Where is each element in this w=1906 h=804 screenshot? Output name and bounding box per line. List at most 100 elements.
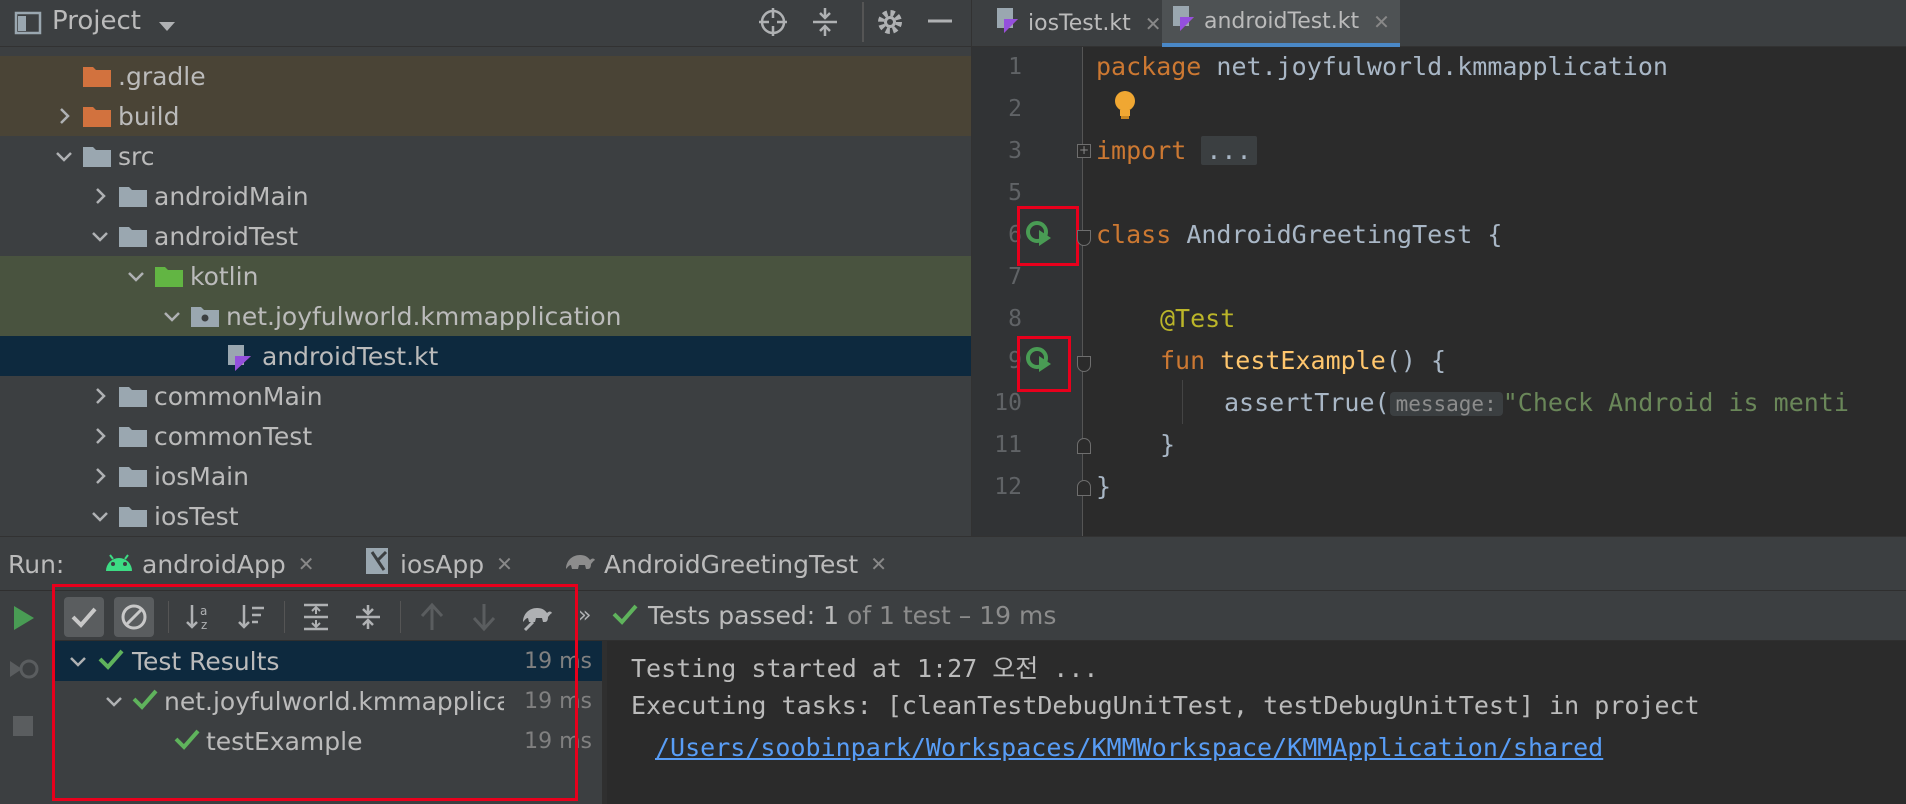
code-line-6[interactable]: class AndroidGreetingTest { (1096, 220, 1502, 249)
tree-item-src[interactable]: src (0, 136, 971, 176)
parameter-hint: message: (1389, 392, 1503, 416)
project-path-link[interactable]: /Users/soobinpark/Workspaces/KMMWorkspac… (655, 733, 1603, 762)
project-panel-header: Project (0, 0, 971, 47)
chevron-down-icon[interactable] (88, 504, 112, 528)
code-line-1[interactable]: package net.joyfulworld.kmmapplication (1096, 52, 1668, 81)
tree-item-gradle[interactable]: .gradle (0, 56, 971, 96)
tree-item-iostest[interactable]: iosTest (0, 496, 971, 536)
close-icon[interactable]: ✕ (496, 552, 513, 576)
annotation: @Test (1160, 304, 1236, 333)
more-icon[interactable]: » (578, 603, 591, 628)
close-icon[interactable]: ✕ (870, 552, 887, 576)
code-line-10[interactable]: assertTrue(message: "Check Android is men… (1224, 388, 1849, 417)
code-line-8[interactable]: @Test (1160, 304, 1235, 333)
rerun-failed-icon (8, 657, 40, 689)
lightbulb-icon[interactable] (1112, 90, 1138, 124)
close-icon[interactable]: ✕ (298, 552, 315, 576)
run-panel: Run: androidApp ✕ iosApp ✕ AndroidGreeti… (0, 536, 1906, 804)
fold-expand-icon[interactable]: + (1077, 144, 1091, 158)
tree-item-kotlin[interactable]: kotlin (0, 256, 971, 296)
function-name: testExample (1220, 346, 1386, 375)
tab-androidtest-kt[interactable]: androidTest.kt ✕ (1162, 0, 1400, 47)
highlight-box (52, 584, 578, 801)
chevron-down-icon[interactable] (88, 224, 112, 248)
gear-icon[interactable] (874, 6, 906, 42)
tree-item-label: androidTest (154, 221, 299, 251)
tree-item-androidmain[interactable]: androidMain (0, 176, 971, 216)
tree-item-net-joyfulworld-kmmapplication[interactable]: net.joyfulworld.kmmapplication (0, 296, 971, 336)
folder-icon (82, 64, 112, 88)
chevron-right-icon[interactable] (88, 424, 112, 448)
chevron-right-icon[interactable] (88, 464, 112, 488)
run-tab-androidapp[interactable]: androidApp ✕ (104, 537, 314, 591)
fold-collapse-icon[interactable] (1077, 230, 1091, 246)
test-status: Tests passed: 1 of 1 test – 19 ms (648, 601, 1056, 630)
chevron-right-icon[interactable] (88, 384, 112, 408)
chevron-right-icon[interactable] (52, 104, 76, 128)
line-number: 6 (1008, 222, 1022, 248)
tree-item-label: net.joyfulworld.kmmapplication (226, 301, 622, 331)
rerun-icon[interactable] (12, 605, 36, 635)
code-line-11[interactable]: } (1160, 430, 1175, 459)
keyword: fun (1160, 346, 1206, 375)
code-text: } (1096, 472, 1112, 501)
gutter-separator (1082, 47, 1083, 536)
run-tab-iosapp[interactable]: iosApp ✕ (362, 537, 513, 591)
folder-icon (82, 144, 112, 168)
tree-item-commontest[interactable]: commonTest (0, 416, 971, 456)
folder-icon (154, 264, 184, 288)
tree-item-build[interactable]: build (0, 96, 971, 136)
folder-icon (118, 424, 148, 448)
folder-icon (118, 184, 148, 208)
run-tab-androidgreetingtest[interactable]: AndroidGreetingTest ✕ (564, 537, 887, 591)
code-line-12[interactable]: } (1096, 472, 1111, 501)
tree-item-androidtest[interactable]: androidTest (0, 216, 971, 256)
project-view-icon[interactable] (14, 10, 42, 40)
chevron-down-icon[interactable] (124, 264, 148, 288)
tree-item-androidtest-kt[interactable]: androidTest.kt (0, 336, 971, 376)
chevron-down-icon[interactable] (160, 304, 184, 328)
tree-item-label: commonTest (154, 421, 313, 451)
code-line-9[interactable]: fun testExample() { (1160, 346, 1446, 375)
run-side-toolbar (0, 591, 48, 804)
kotlin-file-icon (1172, 5, 1196, 39)
line-number: 11 (994, 432, 1022, 458)
folded-imports[interactable]: ... (1201, 136, 1257, 165)
editor-tab-bar: iosTest.kt ✕ androidTest.kt ✕ (972, 0, 1906, 47)
close-icon[interactable]: ✕ (1373, 10, 1390, 34)
keyword: class (1096, 220, 1172, 249)
collapse-all-icon[interactable] (810, 6, 840, 42)
project-panel-title[interactable]: Project (52, 6, 141, 36)
fold-end-icon[interactable] (1077, 438, 1091, 454)
code-text: } (1160, 430, 1176, 459)
ios-icon (362, 546, 392, 582)
tab-iostest-kt[interactable]: iosTest.kt ✕ (986, 0, 1171, 47)
minimize-icon[interactable] (926, 8, 954, 40)
chevron-right-icon[interactable] (88, 184, 112, 208)
fold-collapse-icon[interactable] (1077, 356, 1091, 372)
tree-item-label: commonMain (154, 381, 323, 411)
tree-item-label: src (118, 141, 155, 171)
code-text: () { (1385, 346, 1447, 375)
code-line-3[interactable]: import ... (1096, 136, 1257, 165)
tab-label: iosTest.kt (1028, 11, 1131, 36)
console-line: Testing started at 1:27 오전 ... (631, 654, 1099, 683)
indent-guide (1182, 380, 1183, 424)
tree-item-iosmain[interactable]: iosMain (0, 456, 971, 496)
keyword: import (1096, 136, 1187, 165)
line-number: 8 (1008, 306, 1022, 332)
chevron-down-icon[interactable] (158, 18, 176, 37)
check-icon (612, 603, 638, 629)
tree-item-commonmain[interactable]: commonMain (0, 376, 971, 416)
editor-panel: iosTest.kt ✕ androidTest.kt ✕ 1 2 3 5 6 … (971, 0, 1906, 536)
fold-end-icon[interactable] (1077, 480, 1091, 496)
chevron-down-icon[interactable] (52, 144, 76, 168)
highlight-box (1017, 206, 1079, 266)
tree-item-label: androidMain (154, 181, 309, 211)
close-icon[interactable]: ✕ (1145, 12, 1162, 36)
package-name: net.joyfulworld.kmmapplication (1201, 52, 1668, 81)
tree-item-label: androidTest.kt (262, 341, 439, 371)
locate-icon[interactable] (757, 6, 789, 42)
